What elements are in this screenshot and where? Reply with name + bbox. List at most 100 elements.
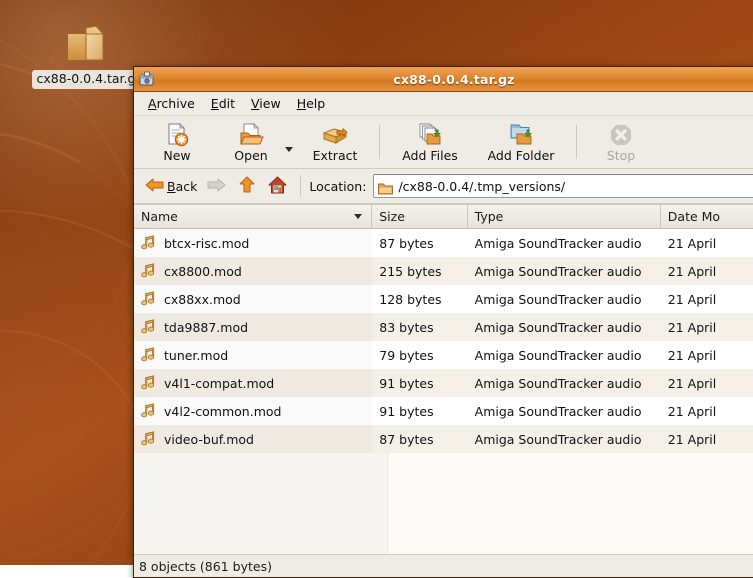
file-name-text: v4l1-compat.mod	[164, 375, 275, 391]
file-size-cell: 87 bytes	[379, 431, 434, 447]
window-title: cx88-0.0.4.tar.gz	[393, 71, 515, 87]
column-header-size[interactable]: Size	[372, 205, 468, 228]
file-name-cell[interactable]: cx88xx.mod	[134, 285, 372, 313]
status-bar: 8 objects (861 bytes)	[134, 554, 753, 577]
add-folder-button-label: Add Folder	[487, 148, 555, 163]
file-name-cell[interactable]: v4l1-compat.mod	[134, 369, 372, 397]
file-type-cell: Amiga SoundTracker audio	[474, 263, 642, 279]
up-button[interactable]	[231, 174, 260, 199]
arrow-up-icon	[239, 176, 255, 197]
file-name-cell[interactable]: tuner.mod	[134, 341, 372, 369]
file-name-cell[interactable]: v4l2-common.mod	[134, 397, 372, 425]
file-name-cell[interactable]: cx8800.mod	[134, 257, 372, 285]
music-note-icon	[141, 375, 157, 391]
window-titlebar[interactable]: cx88-0.0.4.tar.gz	[134, 67, 753, 92]
extract-icon	[322, 122, 348, 148]
location-input[interactable]: /cx88-0.0.4/.tmp_versions/	[373, 174, 753, 198]
file-name-cell[interactable]: btcx-risc.mod	[134, 229, 372, 257]
status-text: 8 objects (861 bytes)	[139, 558, 272, 574]
file-name-cell[interactable]: tda9887.mod	[134, 313, 372, 341]
name-column-fill	[134, 453, 388, 554]
table-row[interactable]: tuner.mod 79 bytes Amiga SoundTracker audi…	[134, 341, 753, 369]
table-row[interactable]: video-buf.mod 87 bytes Amiga SoundTracker …	[134, 425, 753, 453]
column-header-type[interactable]: Type	[468, 205, 661, 228]
file-date-cell: 21 April	[667, 431, 717, 447]
file-name-text: btcx-risc.mod	[164, 235, 250, 251]
location-path-text: /cx88-0.0.4/.tmp_versions/	[398, 178, 566, 194]
file-date-cell: 21 April	[667, 347, 717, 363]
file-name-cell[interactable]: video-buf.mod	[134, 425, 372, 453]
column-header-name-label: Name	[141, 209, 178, 224]
table-row[interactable]: cx8800.mod 215 bytes Amiga SoundTracker au…	[134, 257, 753, 285]
back-button[interactable]: Back	[140, 175, 202, 198]
menubar[interactable]: Archive Edit View Help	[134, 92, 753, 116]
extract-button[interactable]: Extract	[298, 118, 372, 166]
file-type-cell: Amiga SoundTracker audio	[474, 235, 642, 251]
column-header-name[interactable]: Name	[134, 205, 373, 228]
new-button-label: New	[163, 148, 191, 163]
menu-archive-mnemonic: A	[148, 96, 157, 111]
menu-help[interactable]: Help	[289, 94, 334, 113]
extract-button-label: Extract	[312, 148, 358, 163]
file-size-cell: 128 bytes	[379, 291, 442, 307]
column-header-date-modified[interactable]: Date Mo	[661, 205, 753, 228]
open-button-label: Open	[234, 148, 268, 163]
location-label: Location:	[309, 178, 367, 194]
back-mnemonic: B	[167, 178, 176, 194]
open-button[interactable]: Open	[214, 118, 288, 166]
column-headers[interactable]: Name Size Type Date Mo	[134, 205, 753, 229]
toolbar[interactable]: New Open Extract Add Files Add Folder St…	[134, 116, 753, 169]
file-name-text: video-buf.mod	[164, 431, 254, 447]
toolbar-separator	[379, 125, 380, 159]
add-files-button[interactable]: Add Files	[387, 118, 473, 166]
arrow-left-icon	[145, 177, 164, 196]
home-icon	[268, 176, 287, 197]
location-separator	[300, 175, 302, 197]
file-list[interactable]: Name Size Type Date Mo btcx-risc.mod 87 b…	[134, 204, 753, 554]
file-name-text: v4l2-common.mod	[164, 403, 282, 419]
table-row[interactable]: tda9887.mod 83 bytes Amiga SoundTracker au…	[134, 313, 753, 341]
desktop-icon-archive[interactable]: cx88-0.0.4.tar.g	[30, 22, 142, 93]
file-date-cell: 21 April	[667, 319, 717, 335]
sort-descending-icon	[354, 214, 363, 219]
music-note-icon	[141, 263, 157, 279]
music-note-icon	[141, 403, 157, 419]
file-size-cell: 87 bytes	[379, 235, 434, 251]
menu-help-mnemonic: H	[296, 96, 307, 111]
file-rows[interactable]: btcx-risc.mod 87 bytes Amiga SoundTracker …	[134, 229, 753, 554]
column-header-type-label: Type	[474, 209, 504, 224]
new-button[interactable]: New	[140, 118, 214, 166]
menu-view[interactable]: View	[243, 94, 289, 113]
desktop-icon-label: cx88-0.0.4.tar.g	[31, 70, 141, 89]
file-list-empty-area[interactable]	[134, 453, 753, 554]
arrow-right-icon	[207, 177, 226, 196]
location-bar[interactable]: Back Location: /cx88-0.0.4/.tmp_versions…	[134, 169, 753, 204]
file-date-cell: 21 April	[667, 263, 717, 279]
table-row[interactable]: btcx-risc.mod 87 bytes Amiga SoundTracker …	[134, 229, 753, 257]
table-row[interactable]: v4l2-common.mod 91 bytes Amiga SoundTracke…	[134, 397, 753, 425]
toolbar-separator	[576, 125, 577, 159]
add-folder-button[interactable]: Add Folder	[473, 118, 569, 166]
file-size-cell: 79 bytes	[379, 347, 434, 363]
column-header-date-label: Date Mo	[667, 209, 721, 224]
file-type-cell: Amiga SoundTracker audio	[474, 403, 642, 419]
home-button[interactable]	[260, 174, 292, 199]
file-type-cell: Amiga SoundTracker audio	[474, 319, 642, 335]
table-row[interactable]: cx88xx.mod 128 bytes Amiga SoundTracker au…	[134, 285, 753, 313]
file-size-cell: 83 bytes	[379, 319, 434, 335]
file-date-cell: 21 April	[667, 403, 717, 419]
file-name-text: cx8800.mod	[164, 263, 242, 279]
menu-edit[interactable]: Edit	[203, 94, 243, 113]
menu-edit-mnemonic: E	[210, 96, 219, 111]
file-roller-window[interactable]: cx88-0.0.4.tar.gz Archive Edit View Help…	[133, 66, 753, 578]
new-archive-icon	[164, 122, 190, 148]
open-dropdown-button[interactable]	[282, 118, 296, 166]
file-type-cell: Amiga SoundTracker audio	[474, 291, 642, 307]
table-row[interactable]: v4l1-compat.mod 91 bytes Amiga SoundTracke…	[134, 369, 753, 397]
file-size-cell: 91 bytes	[379, 375, 434, 391]
music-note-icon	[141, 235, 157, 251]
menu-archive[interactable]: Archive	[140, 94, 203, 113]
menu-edit-label: dit	[218, 96, 236, 111]
music-note-icon	[141, 319, 157, 335]
file-type-cell: Amiga SoundTracker audio	[474, 431, 642, 447]
